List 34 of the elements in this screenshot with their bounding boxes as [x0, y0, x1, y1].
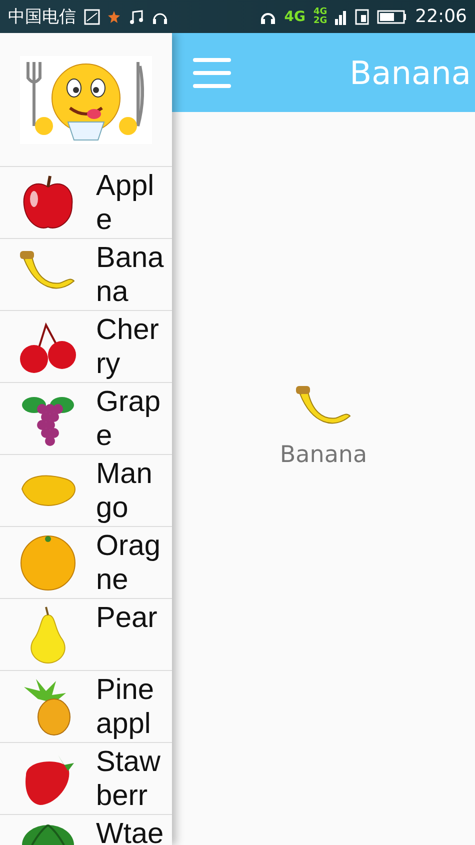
drawer-item[interactable]: Pineappl	[0, 671, 172, 743]
sim-card-icon	[355, 8, 370, 24]
network-type: 4G	[313, 8, 328, 16]
fruit-caption: Banana	[280, 442, 368, 468]
toolbar-title: Banana	[350, 54, 471, 92]
fruit-name: Apple	[96, 169, 156, 237]
menu-button[interactable]	[193, 58, 231, 88]
drawer-item[interactable]: Mango	[0, 455, 172, 527]
drawer-item[interactable]: Apple	[0, 167, 172, 239]
drawer-item[interactable]: Pear	[0, 599, 172, 671]
signal-icon	[335, 8, 348, 24]
fruit-name: Stawberr	[96, 745, 162, 813]
network-type: 2G	[313, 16, 328, 26]
network-type: 4G	[284, 8, 306, 24]
fruit-name: Banana	[96, 241, 164, 309]
star-icon	[108, 10, 120, 22]
music-note-icon	[128, 8, 144, 24]
drawer-item[interactable]: Oragne	[0, 527, 172, 599]
battery-icon	[377, 10, 408, 24]
drawer-item[interactable]: Stawberr	[0, 743, 172, 815]
fruit-name: Cherry	[96, 313, 160, 381]
fruit-name: Grape	[96, 385, 162, 453]
image-icon	[84, 8, 100, 24]
drawer-item[interactable]: Grape	[0, 383, 172, 455]
drawer-item[interactable]: Cherry	[0, 311, 172, 383]
drawer-item[interactable]: Wtae	[0, 815, 172, 845]
fruit-name: Pear	[96, 601, 158, 635]
fruit-name: Oragne	[96, 529, 162, 597]
carrier-name: 中国电信	[8, 6, 76, 28]
fruit-name: Wtae	[96, 817, 164, 845]
fruit-name: Pineappl	[96, 673, 156, 741]
clock-time: 22:06	[415, 6, 467, 27]
drawer-item[interactable]: Banana	[0, 239, 172, 311]
fruit-name: Mango	[96, 457, 154, 525]
